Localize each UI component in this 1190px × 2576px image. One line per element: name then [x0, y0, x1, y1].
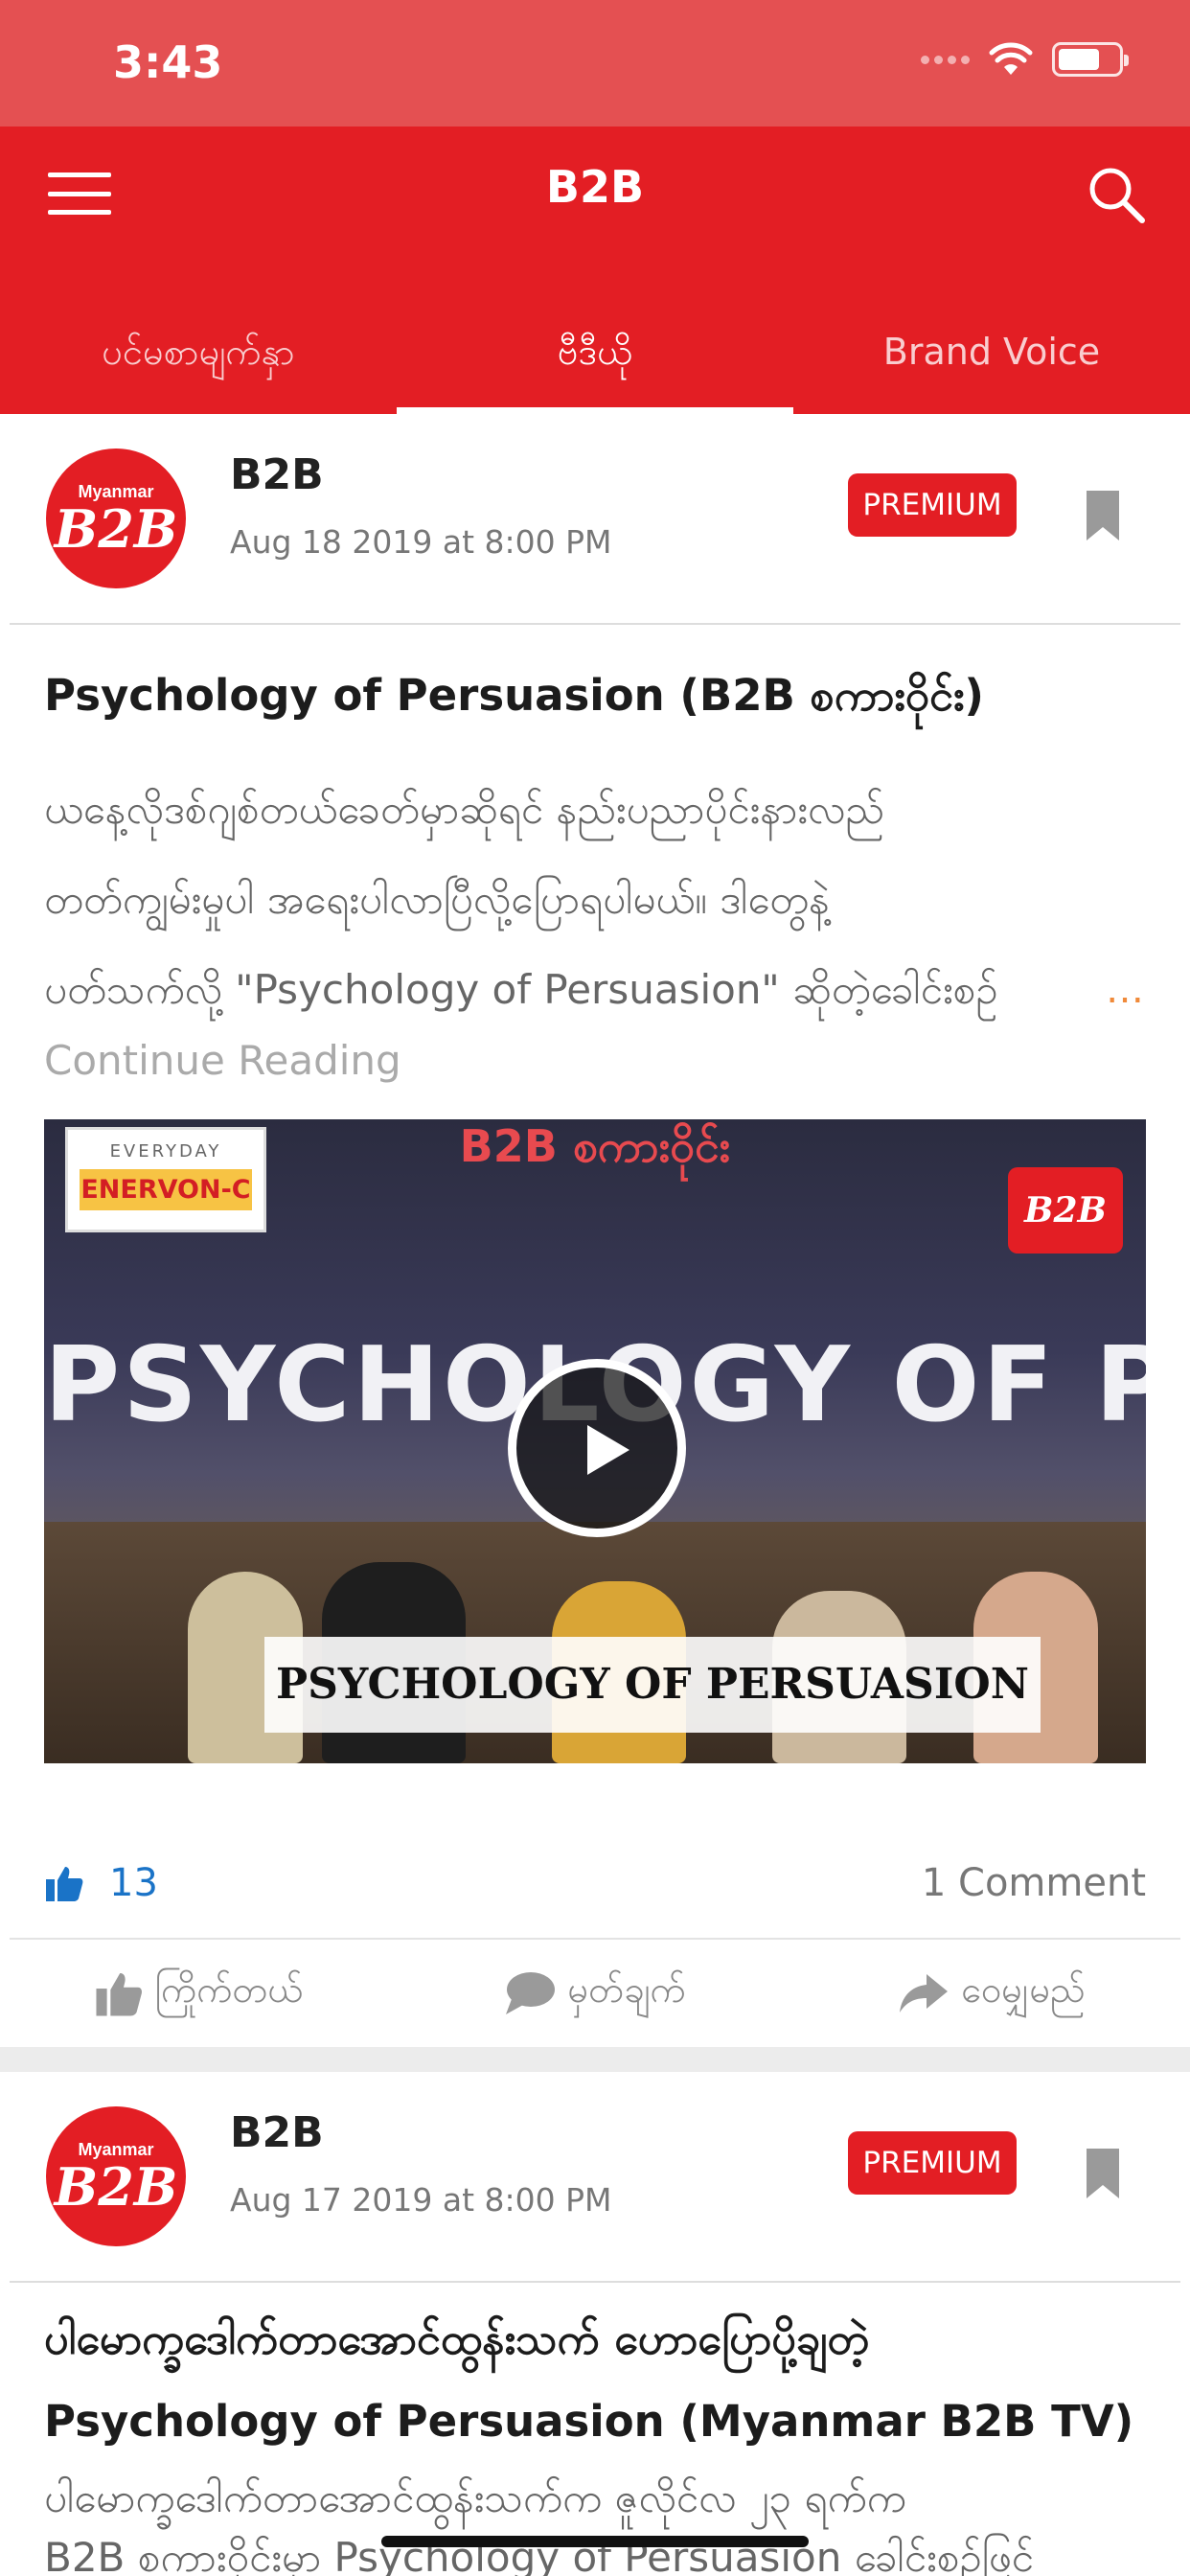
- post-stats: 13 1 Comment: [0, 1821, 1190, 1938]
- tab-brand-voice[interactable]: Brand Voice: [793, 299, 1190, 414]
- post-title-line: ပါမောက္ခဒေါက်တာအောင်ထွန်းသက် ဟောပြောပို့…: [44, 2313, 870, 2364]
- continue-reading-link[interactable]: Continue Reading: [44, 1037, 401, 1084]
- tab-home[interactable]: ပင်မစာမျက်နှာ: [0, 299, 397, 414]
- post-header: Myanmar B2B B2B Aug 18 2019 at 8:00 PM P…: [10, 414, 1180, 625]
- post-card: Myanmar B2B B2B Aug 17 2019 at 8:00 PM P…: [0, 2072, 1190, 2576]
- post-date: Aug 18 2019 at 8:00 PM: [230, 523, 612, 561]
- post-body-line: ပတ်သက်လို့ "Psychology of Persuasion" ဆိ…: [44, 966, 998, 1013]
- sponsor-board: EVERYDAY ENERVON-C: [65, 1127, 266, 1232]
- likes-number: 13: [109, 1861, 158, 1905]
- thumbs-up-icon: [96, 1972, 142, 2016]
- wifi-icon: [989, 42, 1033, 75]
- app-bar: B2B ပင်မစာမျက်နှာ ဗီဒီယို Brand Voice: [0, 126, 1190, 414]
- video-thumbnail[interactable]: B2B စကားဝိုင်း EVERYDAY ENERVON-C B2B PS…: [44, 1119, 1146, 1763]
- author-name[interactable]: B2B: [230, 450, 324, 499]
- sponsor-top-text: EVERYDAY: [109, 1141, 222, 1162]
- avatar-text-big: B2B: [54, 2155, 178, 2218]
- battery-icon: [1052, 42, 1129, 77]
- tab-bar: ပင်မစာမျက်နှာ ဗီဒီယို Brand Voice: [0, 299, 1190, 414]
- bookmark-icon[interactable]: [1085, 489, 1121, 542]
- post-actions: ကြိုက်တယ် မှတ်ချက် ဝေမျှမည်: [0, 1940, 1190, 2047]
- video-caption: PSYCHOLOGY OF PERSUASION: [264, 1637, 1041, 1733]
- search-icon[interactable]: [1085, 163, 1148, 226]
- status-icons: [921, 42, 1129, 77]
- share-label: ဝေမျှမည်: [961, 1968, 1086, 2011]
- post-title[interactable]: ပါမောက္ခဒေါက်တာအောင်ထွန်းသက် ဟောပြောပို့…: [44, 2298, 1156, 2463]
- b2b-logo: B2B: [1008, 1167, 1123, 1254]
- app-title: B2B: [545, 161, 645, 213]
- post-date: Aug 17 2019 at 8:00 PM: [230, 2181, 612, 2219]
- share-button[interactable]: ဝေမျှမည်: [793, 1940, 1190, 2047]
- sponsor-name: ENERVON-C: [80, 1169, 252, 1210]
- post-header: Myanmar B2B B2B Aug 17 2019 at 8:00 PM P…: [10, 2072, 1180, 2283]
- author-avatar[interactable]: Myanmar B2B: [46, 448, 186, 588]
- author-name[interactable]: B2B: [230, 2108, 324, 2157]
- status-bar: 3:43: [0, 0, 1190, 126]
- thumbs-up-icon: [46, 1867, 83, 1901]
- post-body: ယနေ့လိုဒစ်ဂျစ်တယ်ခေတ်မှာဆိုရင် နည်းပညာပိ…: [44, 765, 1156, 1035]
- comment-label: မှတ်ချက်: [567, 1968, 686, 2011]
- post-body: ပါမောက္ခဒေါက်တာအောင်ထွန်းသက်က ဇူလိုင်လ ၂…: [44, 2469, 1156, 2576]
- comment-button[interactable]: မှတ်ချက်: [397, 1940, 793, 2047]
- speech-bubble-icon: [506, 1972, 556, 2014]
- bookmark-icon[interactable]: [1085, 2147, 1121, 2200]
- post-card: Myanmar B2B B2B Aug 18 2019 at 8:00 PM P…: [0, 414, 1190, 2047]
- avatar-text-big: B2B: [54, 497, 178, 560]
- like-label: ကြိုက်တယ်: [154, 1968, 304, 2011]
- post-body-line: ပါမောက္ခဒေါက်တာအောင်ထွန်းသက်က ဇူလိုင်လ ၂…: [44, 2474, 906, 2521]
- home-indicator[interactable]: [381, 2536, 809, 2547]
- more-indicator: …: [1106, 968, 1144, 1012]
- premium-badge: PREMIUM: [848, 473, 1017, 537]
- post-title-line: Psychology of Persuasion (Myanmar B2B TV…: [44, 2396, 1134, 2447]
- cellular-signal-icon: [921, 55, 970, 64]
- tab-video[interactable]: ဗီဒီယို: [397, 299, 793, 414]
- premium-badge: PREMIUM: [848, 2131, 1017, 2195]
- author-avatar[interactable]: Myanmar B2B: [46, 2106, 186, 2246]
- like-button[interactable]: ကြိုက်တယ်: [0, 1940, 397, 2047]
- comments-count[interactable]: 1 Comment: [922, 1861, 1146, 1905]
- play-button-icon[interactable]: [508, 1359, 686, 1537]
- share-arrow-icon: [900, 1974, 949, 2012]
- likes-count[interactable]: 13: [44, 1861, 158, 1905]
- status-time: 3:43: [113, 36, 223, 88]
- post-body-line: ယနေ့လိုဒစ်ဂျစ်တယ်ခေတ်မှာဆိုရင် နည်းပညာပိ…: [44, 786, 884, 833]
- post-title[interactable]: Psychology of Persuasion (B2B စကားဝိုင်း…: [44, 654, 1156, 738]
- post-body-line: တတ်ကျွမ်းမှုပါ အရေးပါလာပြီလို့ပြောရပါမယ်…: [44, 876, 830, 923]
